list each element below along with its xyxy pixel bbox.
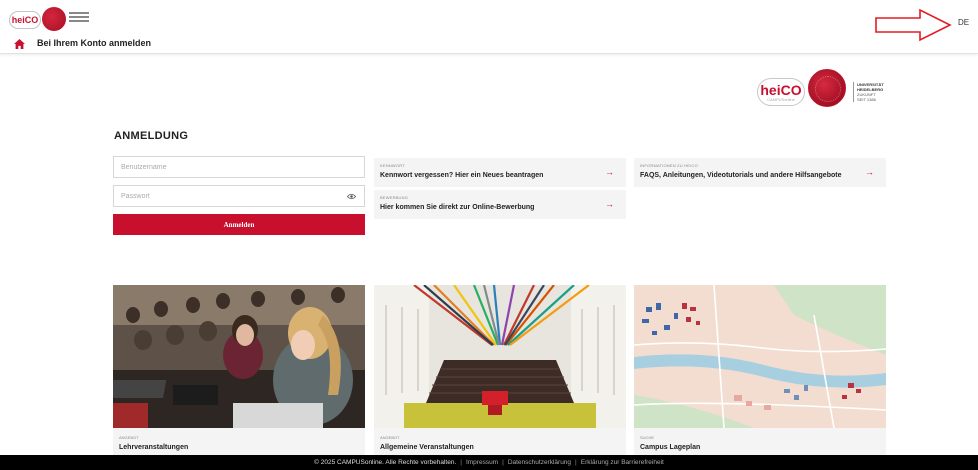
heico-info-tile[interactable]: INFORMATIONEN ZU HEICO FAQS, Anleitungen… [634, 158, 886, 187]
footer-copyright: © 2025 CAMPUSonline. Alle Rechte vorbeha… [314, 459, 457, 466]
tile-category: KENNWORT [380, 163, 405, 168]
heico-logo-subtext: CAMPUSonline [767, 96, 795, 102]
card-title: Lehrveranstaltungen [119, 444, 189, 451]
breadcrumb: Bei Ihrem Konto anmelden [37, 38, 152, 48]
heico-logo-small[interactable]: heiCO [9, 11, 41, 29]
footer-link-privacy[interactable]: Datenschutzerklärung [508, 459, 571, 466]
tile-text: Kennwort vergessen? Hier ein Neues beant… [380, 172, 544, 179]
students-lecture-photo [113, 285, 365, 428]
tile-category: INFORMATIONEN ZU HEICO [640, 163, 698, 168]
card-title: Allgemeine Veranstaltungen [380, 444, 474, 451]
university-seal-small [42, 7, 66, 31]
eye-icon[interactable] [347, 193, 356, 200]
footer: © 2025 CAMPUSonline. Alle Rechte vorbeha… [0, 455, 978, 470]
card-category: SUCHE [640, 435, 655, 440]
arrow-right-icon: → [865, 167, 874, 177]
right-arrow-annotation-icon [875, 8, 952, 42]
password-input[interactable]: Passwort [113, 185, 365, 207]
university-seal [808, 69, 846, 107]
login-button[interactable]: Anmelden [113, 214, 365, 235]
campus-map-card[interactable]: SUCHE Campus Lageplan [634, 285, 886, 455]
tile-text: FAQS, Anleitungen, Videotutorials und an… [640, 172, 842, 179]
footer-link-impressum[interactable]: Impressum [466, 459, 498, 466]
login-title: ANMELDUNG [114, 130, 189, 142]
username-input[interactable]: Benutzername [113, 156, 365, 178]
footer-link-accessibility[interactable]: Erklärung zur Barrierefreiheit [581, 459, 664, 466]
events-card[interactable]: ANGEBOT Allgemeine Veranstaltungen [374, 285, 626, 455]
footer-separator: | [460, 459, 462, 466]
courses-card[interactable]: ANGEBOT Lehrveranstaltungen [113, 285, 365, 455]
password-placeholder: Passwort [121, 192, 150, 200]
heico-logo: heiCO CAMPUSonline [757, 78, 805, 106]
tile-category: BEWERBUNG [380, 195, 409, 200]
footer-separator: | [502, 459, 504, 466]
card-category: ANGEBOT [119, 435, 139, 440]
card-category: ANGEBOT [380, 435, 400, 440]
heico-logo-text: heiCO [760, 81, 802, 98]
card-title: Campus Lageplan [640, 444, 701, 451]
university-line4: SEIT 1386 [857, 97, 876, 102]
arrow-right-icon: → [605, 167, 614, 177]
top-bar: heiCO Bei Ihrem Konto anmelden DE [0, 0, 978, 54]
footer-separator: | [575, 459, 577, 466]
username-placeholder: Benutzername [121, 163, 167, 171]
university-wordmark-small [69, 12, 89, 24]
forgot-password-tile[interactable]: KENNWORT Kennwort vergessen? Hier ein Ne… [374, 158, 626, 187]
campus-map-image [634, 285, 886, 428]
auditorium-photo [374, 285, 626, 428]
online-application-tile[interactable]: BEWERBUNG Hier kommen Sie direkt zur Onl… [374, 190, 626, 219]
university-wordmark: UNIVERSITÄT HEIDELBERG ZUKUNFT SEIT 1386 [853, 82, 884, 102]
home-icon[interactable] [14, 39, 25, 49]
arrow-right-icon: → [605, 199, 614, 209]
language-switch[interactable]: DE [958, 18, 969, 27]
heico-logo-small-text: heiCO [11, 15, 39, 25]
tile-text: Hier kommen Sie direkt zur Online-Bewerb… [380, 204, 535, 211]
